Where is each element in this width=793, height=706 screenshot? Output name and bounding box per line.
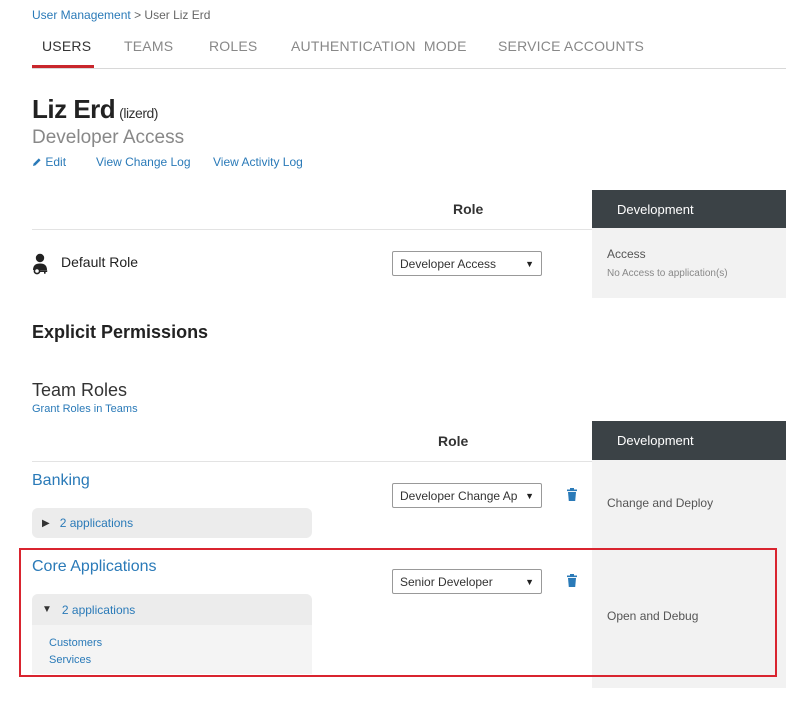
team-link-banking[interactable]: Banking [32,472,90,490]
user-display-name: Liz Erd [32,94,116,124]
chevron-down-icon: ▼ [525,259,534,269]
tab-roles[interactable]: ROLES [209,38,257,54]
trash-icon[interactable] [566,488,578,501]
tab-service-accounts[interactable]: SERVICE ACCOUNTS [498,38,644,54]
edit-link-label: Edit [45,155,67,169]
chevron-down-icon: ▼ [525,491,534,501]
main-tabs: USERS TEAMS ROLES AUTHENTICATION MODE SE… [32,38,786,69]
default-env-header-label: Development [617,201,694,217]
default-role-select[interactable]: Developer Access ▼ [392,251,542,276]
default-env-panel [592,228,786,298]
team-role-column-header: Role [438,433,469,449]
team-role-select-value: Developer Change Ap [400,488,518,503]
user-access-role: Developer Access [32,127,185,148]
default-role-label: Default Role [61,254,139,270]
default-env-header: Development [592,190,786,228]
highlight-box [19,548,777,677]
divider [32,229,592,230]
user-username: (lizerd) [119,105,158,121]
default-role-column-header: Role [453,201,484,217]
page-title: Liz Erd (lizerd) [32,94,158,125]
breadcrumb-current: User Liz Erd [144,8,211,22]
breadcrumb-user-management-link[interactable]: User Management [32,8,131,22]
edit-link[interactable]: Edit [32,155,66,169]
divider [32,461,592,462]
team-env-header: Development [592,421,786,460]
tab-teams[interactable]: TEAMS [124,38,173,54]
grant-roles-link[interactable]: Grant Roles in Teams [32,403,138,415]
tab-users[interactable]: USERS [42,38,91,54]
applications-toggle-banking[interactable]: ▶ 2 applications [32,508,312,538]
breadcrumb: User Management > User Liz Erd [32,8,210,22]
team-roles-title: Team Roles [32,380,128,400]
caret-right-icon: ▶ [42,517,50,529]
active-tab-indicator [32,65,94,68]
default-role-select-value: Developer Access [400,256,497,271]
default-access-label: Access [607,247,646,261]
applications-count-label: 2 applications [59,516,134,530]
explicit-permissions-title: Explicit Permissions [32,322,209,342]
team-role-select-banking[interactable]: Developer Change Ap ▼ [392,483,542,508]
team-permission-banking: Change and Deploy [607,496,714,510]
user-actions: Edit View Change Log View Activity Log [32,155,332,171]
view-activity-log-link[interactable]: View Activity Log [213,155,303,169]
team-env-header-label: Development [617,433,694,448]
user-key-icon [33,253,48,275]
tab-authentication-mode[interactable]: AUTHENTICATION MODE [291,38,467,54]
default-access-detail: No Access to application(s) [607,268,728,279]
pencil-icon [33,158,41,166]
view-change-log-link[interactable]: View Change Log [96,155,191,169]
breadcrumb-separator: > [134,8,142,22]
